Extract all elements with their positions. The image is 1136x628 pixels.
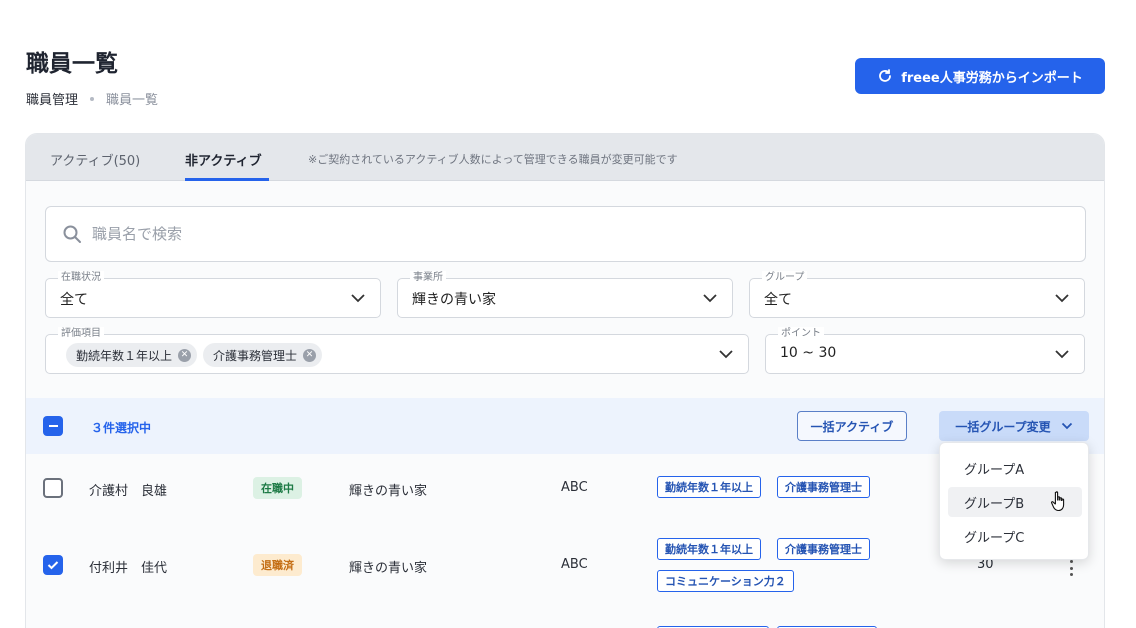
page-title: 職員一覧: [26, 51, 118, 77]
group-filter-value: 全て: [764, 292, 792, 308]
evaluation-filter-select[interactable]: 評価項目 勤続年数１年以上 ✕ 介護事務管理士 ✕: [45, 327, 749, 374]
staff-name: 介護村 良雄: [89, 484, 168, 499]
tab-active[interactable]: アクティブ(50): [50, 150, 140, 169]
search-input[interactable]: [92, 225, 992, 243]
group-name: ABC: [561, 480, 588, 495]
search-icon: [63, 225, 81, 243]
status-badge: 在職中: [253, 477, 302, 499]
chip-remove-icon[interactable]: ✕: [303, 348, 317, 362]
import-from-freee-button[interactable]: freee人事労務からインポート: [855, 58, 1105, 94]
page: 職員一覧 職員管理 職員一覧 freee人事労務からインポート アクティブ(50…: [0, 0, 1136, 628]
points-filter-label: ポイント: [778, 327, 824, 341]
bulk-activate-button[interactable]: 一括アクティブ: [797, 411, 907, 441]
evaluation-tag: コミュニケーション力２: [657, 570, 794, 592]
bulk-group-change-button[interactable]: 一括グループ変更: [939, 411, 1089, 441]
chevron-down-icon: [1055, 294, 1069, 303]
breadcrumb-separator: [90, 96, 95, 101]
row-checkbox[interactable]: [43, 555, 63, 575]
chevron-down-icon: [703, 294, 717, 303]
group-filter-select[interactable]: グループ 全て: [749, 271, 1085, 318]
group-filter-label: グループ: [762, 271, 808, 285]
more-options-icon[interactable]: [1069, 560, 1073, 576]
breadcrumb: 職員管理 職員一覧: [26, 89, 158, 108]
status-filter-value: 全て: [60, 292, 88, 308]
breadcrumb-staff-management[interactable]: 職員管理: [26, 89, 78, 108]
evaluation-chips: 勤続年数１年以上 ✕ 介護事務管理士 ✕: [66, 343, 328, 367]
evaluation-chip: 勤続年数１年以上 ✕: [66, 343, 198, 367]
status-badge: 退職済: [253, 554, 302, 576]
tab-note: ※ご契約されているアクティブ人数によって管理できる職員が変更可能です: [308, 153, 678, 166]
menu-item-group-a[interactable]: グループA: [948, 453, 1082, 483]
chip-remove-icon[interactable]: ✕: [178, 348, 192, 362]
selected-count: ３件選択中: [91, 421, 152, 435]
search-box[interactable]: [45, 206, 1086, 262]
chevron-down-icon: [1055, 350, 1069, 359]
chevron-down-icon: [351, 294, 365, 303]
evaluation-filter-label: 評価項目: [58, 327, 104, 341]
tab-bar: アクティブ(50) 非アクティブ ※ご契約されているアクティブ人数によって管理で…: [26, 134, 1104, 181]
evaluation-chip: 介護事務管理士 ✕: [203, 343, 323, 367]
import-button-label: freee人事労務からインポート: [901, 70, 1083, 86]
group-name: ABC: [561, 557, 588, 572]
evaluation-chip-label: 勤続年数１年以上: [76, 348, 173, 363]
status-filter-label: 在職状況: [58, 271, 104, 285]
evaluation-chip-label: 介護事務管理士: [213, 348, 298, 363]
refresh-icon: [879, 69, 892, 82]
tab-selected-indicator: [185, 178, 269, 181]
check-icon: [47, 561, 59, 570]
points-filter-select[interactable]: ポイント 10 ~ 30: [765, 327, 1085, 374]
office-name: 輝きの青い家: [349, 484, 428, 499]
tab-inactive[interactable]: 非アクティブ: [185, 150, 262, 169]
select-all-checkbox[interactable]: [43, 416, 63, 436]
chevron-down-icon: [719, 350, 733, 359]
evaluation-tag: 介護事務管理士: [777, 476, 870, 498]
points-filter-value: 10 ~ 30: [780, 345, 837, 361]
office-filter-select[interactable]: 事業所 輝きの青い家: [397, 271, 733, 318]
evaluation-tag: 勤続年数１年以上: [657, 476, 761, 498]
office-filter-value: 輝きの青い家: [412, 292, 496, 308]
bulk-group-change-label: 一括グループ変更: [955, 419, 1051, 434]
row-checkbox[interactable]: [43, 478, 63, 498]
hand-cursor-icon: [1051, 491, 1065, 512]
chevron-down-icon: [1061, 422, 1072, 430]
menu-item-group-c[interactable]: グループC: [948, 521, 1082, 551]
office-name: 輝きの青い家: [349, 561, 428, 576]
office-filter-label: 事業所: [410, 271, 446, 285]
evaluation-tag: 介護事務管理士: [777, 538, 870, 560]
staff-name: 付利井 佳代: [89, 561, 168, 576]
evaluation-tag: 勤続年数１年以上: [657, 538, 761, 560]
breadcrumb-current: 職員一覧: [106, 93, 159, 108]
status-filter-select[interactable]: 在職状況 全て: [45, 271, 381, 318]
